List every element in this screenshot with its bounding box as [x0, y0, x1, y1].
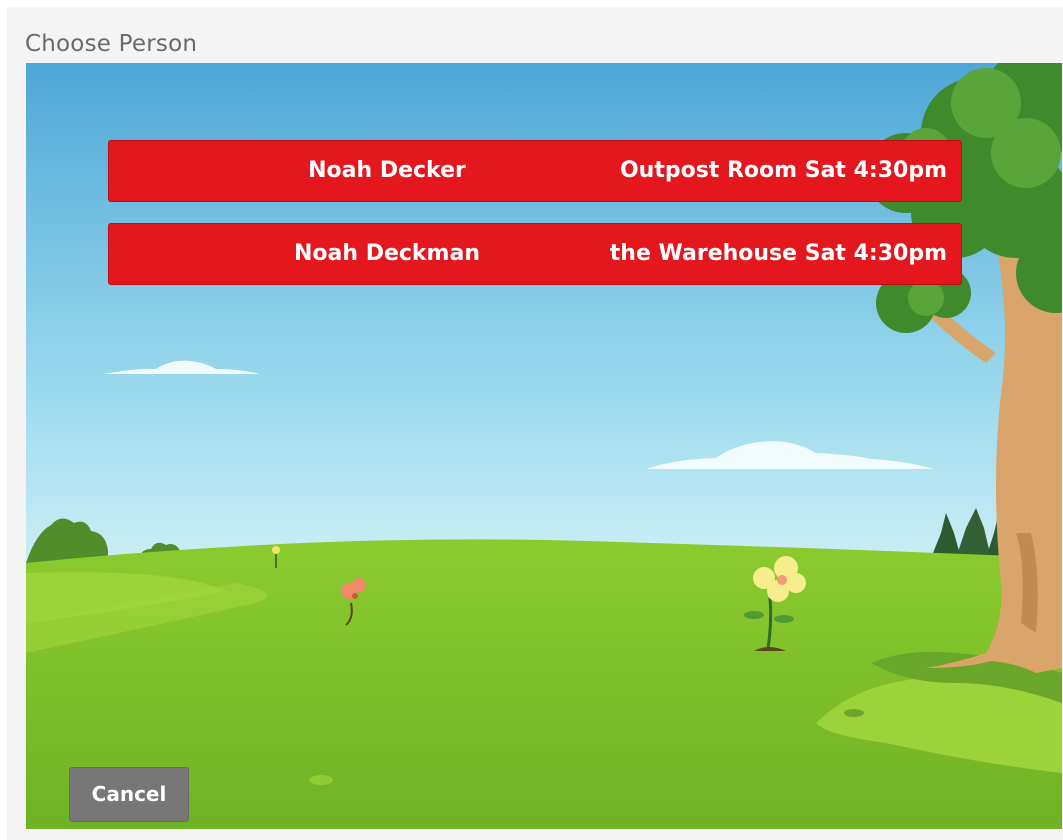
background-scene: Noah Decker Outpost Room Sat 4:30pm Noah…	[26, 63, 1062, 829]
person-location: the Warehouse Sat 4:30pm	[609, 241, 947, 266]
person-button[interactable]: Noah Decker Outpost Room Sat 4:30pm	[108, 140, 962, 202]
kiosk-frame: Choose Person Noah Decker Outpost Room S…	[7, 7, 1063, 840]
page-title: Choose Person	[25, 31, 198, 57]
cancel-button[interactable]: Cancel	[69, 767, 189, 822]
person-name: Noah Deckman	[294, 241, 480, 266]
person-button[interactable]: Noah Deckman the Warehouse Sat 4:30pm	[108, 223, 962, 285]
person-location: Outpost Room Sat 4:30pm	[619, 158, 947, 183]
person-name: Noah Decker	[308, 158, 466, 183]
